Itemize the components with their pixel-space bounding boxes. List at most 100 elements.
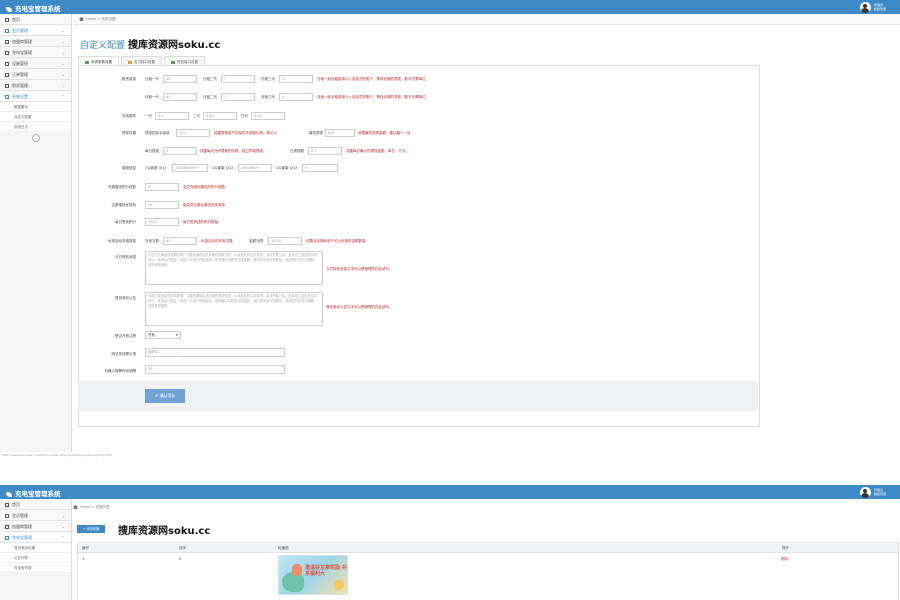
- save-button[interactable]: ✔ 确认保存: [145, 389, 185, 403]
- check-icon: ✔: [154, 393, 158, 398]
- input-promo-amount[interactable]: 100.0: [268, 237, 302, 245]
- gear-icon: [5, 95, 9, 99]
- sidebar-item-powerbank[interactable]: 充电宝管理 ⌃: [0, 532, 71, 543]
- input-close-msg[interactable]: 维护中，。。。。。。: [145, 348, 285, 357]
- chevron-up-icon: ⌃: [61, 94, 65, 99]
- sidebar-subitem-powerbanks[interactable]: 充电宝列表: [0, 563, 71, 573]
- textarea-scroll-notice[interactable]: 公告栏目消息的前期说明，主要是通知会员近期的更新情况，以及相关的注意事项。活动开…: [145, 292, 323, 326]
- input-daily-l3[interactable]: 4: [279, 75, 313, 83]
- chevron-down-icon: ⌄: [61, 50, 65, 55]
- store-icon: [5, 40, 9, 44]
- input-monthly-l2[interactable]: 7: [221, 93, 255, 101]
- hint-promo-amount: 设置活动期间用户可以优惠的金额数量。: [306, 239, 369, 243]
- input-qq2[interactable]: 25436699: [238, 164, 272, 172]
- battery-icon: [5, 51, 9, 55]
- breadcrumb: Home > 系统设置: [73, 14, 900, 25]
- sidebar-item-settings[interactable]: 系统设置 ⌃: [0, 91, 71, 102]
- hint-daily-times: 设置每天允许提现的次数，超过不能提现。: [200, 149, 267, 153]
- prefix-monthly-l2: 月租二代: [203, 95, 217, 99]
- sidebar-item-franchise[interactable]: 加盟商管理 ⌄: [0, 36, 71, 47]
- label-register-coupon: 注册赠送优惠券: [111, 203, 137, 207]
- prefix-monthly-l3: 月租三代: [261, 95, 275, 99]
- prefix-daily-l1: 日租一代: [145, 77, 159, 81]
- label-withdraw: 提现设置: [122, 131, 136, 135]
- delete-link[interactable]: 删除: [781, 557, 788, 562]
- input-charge-l2[interactable]: 0.15: [203, 112, 237, 120]
- screen-gap: [0, 452, 900, 485]
- sidebar-item-powerbank[interactable]: 充电宝管理 ⌄: [0, 47, 71, 58]
- prefix-charge-l1: 一代: [145, 114, 152, 118]
- input-qq1[interactable]: 25436699977: [172, 164, 208, 172]
- sidebar-subitem-config[interactable]: 自定义配置: [0, 112, 71, 122]
- prefix-charge-l2: 二代: [193, 114, 200, 118]
- avatar[interactable]: [859, 1, 871, 13]
- breadcrumb-current: 系统设置: [101, 17, 116, 21]
- avatar[interactable]: [859, 486, 871, 498]
- input-daily-times[interactable]: 3: [163, 147, 197, 155]
- prefix-withdraw-fee: 提现扣除手续费: [145, 131, 170, 135]
- label-charge-service: 充电服务: [122, 114, 136, 118]
- sidebar-subitem-notices[interactable]: 公告列表: [0, 553, 71, 563]
- input-withdraw-fee[interactable]: 100: [176, 129, 210, 137]
- input-monthly-l3[interactable]: 4: [279, 93, 313, 101]
- chevron-down-icon: ⌄: [61, 39, 65, 44]
- breadcrumb-home[interactable]: Home: [86, 17, 96, 21]
- input-charge-l3[interactable]: 0.05: [251, 112, 285, 120]
- input-robot-interval[interactable]: 50: [145, 365, 285, 374]
- hint-recharge-points: 会员充值时赠送的积分倍数。: [183, 185, 229, 189]
- input-checkin-points[interactable]: 1010: [145, 218, 179, 226]
- input-daily-amount[interactable]: 2.2: [308, 147, 342, 155]
- home-icon: [73, 505, 78, 509]
- chevron-down-icon: ⌄: [61, 513, 65, 518]
- sidebar-item-franchise[interactable]: 加盟商管理 ⌄: [0, 521, 71, 532]
- input-promo-times[interactable]: 40: [163, 237, 197, 245]
- input-monthly-l1[interactable]: 42: [163, 93, 197, 101]
- leaf-icon: [6, 491, 12, 497]
- breadcrumb: Home > 轮播列表: [73, 505, 110, 510]
- input-charge-l1[interactable]: 0.5: [155, 112, 189, 120]
- sidebar-subitem-logs[interactable]: 系统日志: [0, 122, 71, 132]
- user-menu[interactable]: 管理员 超级管理: [859, 486, 886, 498]
- input-register-coupon[interactable]: 10: [145, 201, 179, 209]
- label-recharge-points: 充值赠送积分倍数: [108, 185, 136, 189]
- sidebar-subitem-backup[interactable]: 数据备份: [0, 102, 71, 112]
- label-robot-interval: 机器人报警时间间隔: [104, 369, 137, 373]
- input-qq3[interactable]: 0: [302, 164, 338, 172]
- sidebar: 首页 会员管理 ⌄ 加盟商管理 ⌄ 充电宝管理 ⌃ 首页滚动轮播 公告列表 充电宝列表: [0, 499, 72, 600]
- home-icon: [5, 503, 9, 507]
- prefix-qq1: QQ客服 QQ1: [145, 166, 167, 170]
- input-daily-l2[interactable]: 7: [221, 75, 255, 83]
- sidebar-item-devices[interactable]: 设备管理 ⌄: [0, 58, 71, 69]
- user-role: 超级管理: [873, 7, 886, 11]
- textarea-today-msg[interactable]: 公告栏目消息的前期说明，主要是通知会员近期的更新情况，以及相关的注意事项。活动开…: [145, 251, 323, 285]
- chevron-down-icon: ⌄: [61, 83, 65, 88]
- hint-daily: 日租一起出租费用计入到会员的账户，等待后期的提现，数字无需单位。: [317, 77, 429, 81]
- select-open-register[interactable]: 开放 ▼: [145, 331, 181, 339]
- input-daily-l1[interactable]: 42: [163, 75, 197, 83]
- prefix-daily-l3: 日租三代: [261, 77, 275, 81]
- sidebar-item-finance[interactable]: 财务管理 ⌄: [0, 80, 71, 91]
- label-open-register: 是否开放注册: [115, 334, 136, 338]
- prefix-promo-amount: 金额元限: [249, 239, 263, 243]
- collapse-sidebar-icon[interactable]: ‹: [31, 134, 40, 142]
- sidebar-subitem-scroll-banner[interactable]: 首页滚动轮播: [0, 543, 71, 553]
- sidebar-item-members[interactable]: 会员管理 ⌄: [0, 25, 71, 36]
- money-icon: [5, 84, 9, 88]
- app-logo[interactable]: 充电宝管理系统: [6, 3, 61, 13]
- input-recharge-points[interactable]: 5: [145, 183, 179, 191]
- hint-scroll-notice: 首页滚动公告文本可以是管理员在此填写。: [326, 305, 393, 309]
- label-close-msg: 网站关闭提示语: [111, 352, 137, 356]
- sidebar-item-orders[interactable]: 订单管理 ⌄: [0, 69, 71, 80]
- cell-id: 1: [82, 557, 85, 561]
- prefix-min-withdraw: 最低提现: [309, 131, 323, 135]
- breadcrumb-home[interactable]: Home: [80, 505, 90, 509]
- sidebar-item-home[interactable]: 首页: [0, 499, 71, 510]
- app-logo[interactable]: 充电宝管理系统: [6, 488, 61, 498]
- input-min-withdraw[interactable]: 800: [325, 129, 355, 137]
- user-menu[interactable]: 管理员 超级管理: [859, 1, 886, 13]
- hint-monthly: 月租一起出租费用计入到会员的账户，等待后期的提现，数字无需单位。: [317, 95, 429, 99]
- banner-text: 邀请好友拿奖励 共享福利大: [305, 565, 347, 577]
- add-banner-button[interactable]: + 添加轮播: [77, 525, 105, 533]
- sidebar-item-home[interactable]: 首页: [0, 14, 71, 25]
- sidebar-item-members[interactable]: 会员管理 ⌄: [0, 510, 71, 521]
